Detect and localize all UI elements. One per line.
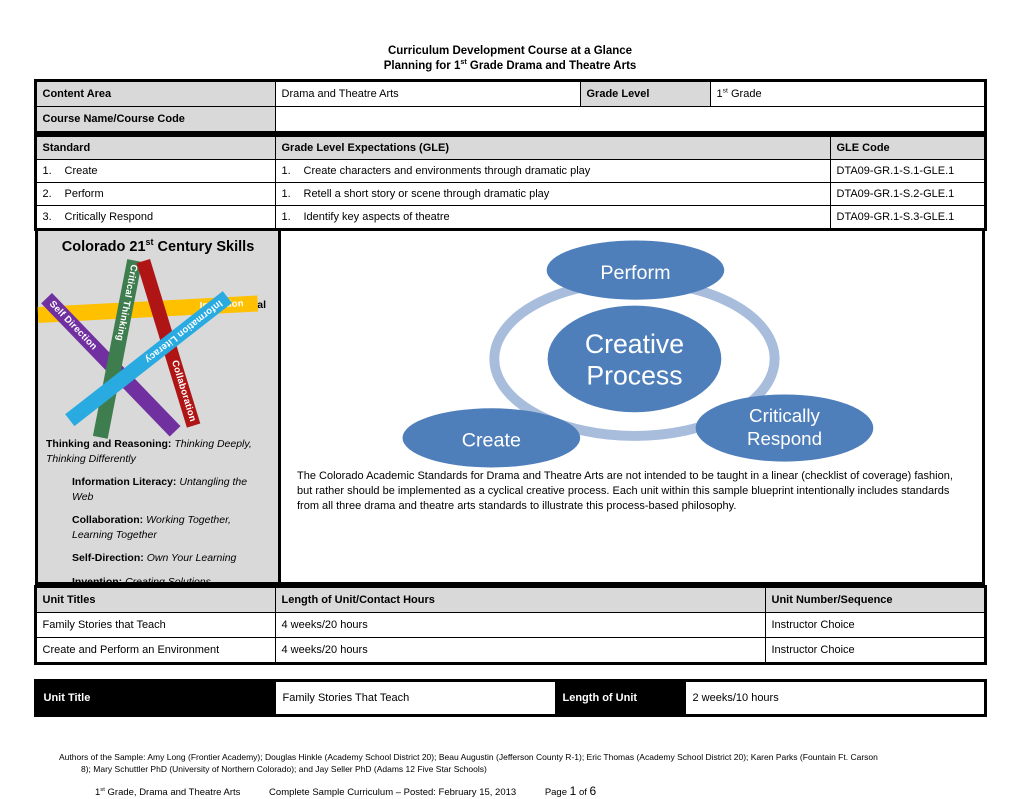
standard-cell: 3. Critically Respond [34,205,276,230]
table-row: 2. Perform 1. Retell a short story or scen… [34,182,986,206]
page-title-line2: Planning for 1st Grade Drama and Theatre… [383,57,637,72]
footer-grade: 1st Grade, Drama and Theatre Arts [95,786,241,798]
gle-cell: 1. Create characters and environments thr… [274,159,831,183]
units-header-sequence: Unit Number/Sequence [764,586,986,613]
content-area-label: Content Area [34,80,276,107]
creative-process-paragraph: The Colorado Academic Standards for Dram… [297,470,953,512]
colorado-skills-column: Colorado 21st Century Skills Critical In… [37,231,281,588]
gle-code-cell: DTA09-GR.1-S.2-GLE.1 [829,182,986,206]
content-area-table: Content Area Drama and Theatre Arts Grad… [33,79,987,134]
table-row: Family Stories that Teach 4 weeks/20 hou… [34,612,986,638]
unit-length-cell: 4 weeks/20 hours [274,612,766,638]
colorado-skills-title: Colorado 21st Century Skills [61,237,255,255]
skill-desc-invention: Invention: Creating Solutions [72,575,211,588]
table-row: Unit Title Family Stories That Teach Len… [34,680,986,716]
node-perform-label: Perform [600,262,670,284]
grade-level-value: 1st Grade [709,80,986,107]
footer-authors-line1: Authors of the Sample: Amy Long (Frontie… [59,752,878,762]
standard-cell: 2. Perform [34,182,276,206]
standards-header-row: Standard Grade Level Expectations (GLE) … [34,134,986,160]
creative-process-center-line1: Creative [585,329,684,359]
standards-header-gle-code: GLE Code [829,134,986,160]
units-header-length: Length of Unit/Contact Hours [274,586,766,613]
gle-cell: 1. Identify key aspects of theatre [274,205,831,230]
node-critically-respond-line1: Critically [749,405,820,426]
skills-description-list: Thinking and Reasoning: Thinking Deeply,… [46,437,270,589]
skill-desc-information-literacy: Information Literacy: Untangling the Web [72,476,248,503]
standards-table: Standard Grade Level Expectations (GLE) … [33,134,987,231]
page-title: Curriculum Development Course at a Glanc… [0,0,1020,73]
table-row: Content Area Drama and Theatre Arts Grad… [34,80,986,107]
content-area-value: Drama and Theatre Arts [274,80,581,107]
table-row: Create and Perform an Environment 4 week… [34,637,986,664]
creative-process-center-line2: Process [586,361,682,391]
gle-code-cell: DTA09-GR.1-S.3-GLE.1 [829,205,986,230]
units-header-titles: Unit Titles [34,586,276,613]
course-name-value [274,106,986,133]
table-row: 3. Critically Respond 1. Identify key aspe… [34,205,986,230]
page-title-line1: Curriculum Development Course at a Glanc… [387,45,633,57]
unit-title-bar-label: Unit Title [34,680,276,716]
gle-code-cell: DTA09-GR.1-S.1-GLE.1 [829,159,986,183]
units-header-row: Unit Titles Length of Unit/Contact Hours… [34,586,986,613]
unit-title-bar: Unit Title Family Stories That Teach Len… [33,679,987,717]
unit-sequence-cell: Instructor Choice [764,637,986,664]
footer-curriculum: Complete Sample Curriculum – Posted: Feb… [269,786,517,798]
skill-desc-self-direction: Self-Direction: Own Your Learning [72,552,237,564]
gle-cell: 1. Retell a short story or scene through … [274,182,831,206]
unit-sequence-cell: Instructor Choice [764,612,986,638]
skills-process-panel: Colorado 21st Century Skills Critical In… [35,231,985,588]
grade-level-label: Grade Level [579,80,711,107]
standard-cell: 1. Create [34,159,276,183]
creative-process-diagram: Creative Process Perform Create Critical… [291,237,972,469]
unit-title-cell: Create and Perform an Environment [34,637,276,664]
page-footer: Authors of the Sample: Amy Long (Frontie… [45,717,975,799]
course-name-label: Course Name/Course Code [34,106,276,133]
unit-title-bar-value: Family Stories That Teach [274,680,556,716]
unit-length-cell: 4 weeks/20 hours [274,637,766,664]
skill-desc-collaboration: Collaboration: Working Together, Learnin… [72,514,231,541]
table-row: Course Name/Course Code [34,106,986,133]
standards-header-standard: Standard [34,134,276,160]
footer-authors: Authors of the Sample: Amy Long (Frontie… [59,751,975,775]
creative-process-svg: Creative Process Perform Create Critical… [402,240,874,468]
unit-title-cell: Family Stories that Teach [34,612,276,638]
standards-header-gle: Grade Level Expectations (GLE) [274,134,831,160]
table-row: 1. Create 1. Create characters and environ… [34,159,986,183]
node-critically-respond-line2: Respond [747,428,822,449]
skill-desc-thinking-reasoning: Thinking and Reasoning: Thinking Deeply,… [46,438,252,465]
units-table: Unit Titles Length of Unit/Contact Hours… [33,585,987,665]
length-of-unit-value: 2 weeks/10 hours [684,680,986,716]
node-create-label: Create [462,430,521,452]
skills-star-diagram: Critical Invention Self Direction Critic… [37,255,270,439]
creative-process-column: Creative Process Perform Create Critical… [281,231,982,582]
footer-authors-line2: 8); Mary Schuttler PhD (University of No… [81,764,487,774]
footer-page-line: 1st Grade, Drama and Theatre Arts Comple… [95,785,975,799]
footer-page-number: Page 1 of 6 [544,783,597,798]
length-of-unit-label: Length of Unit [554,680,686,716]
